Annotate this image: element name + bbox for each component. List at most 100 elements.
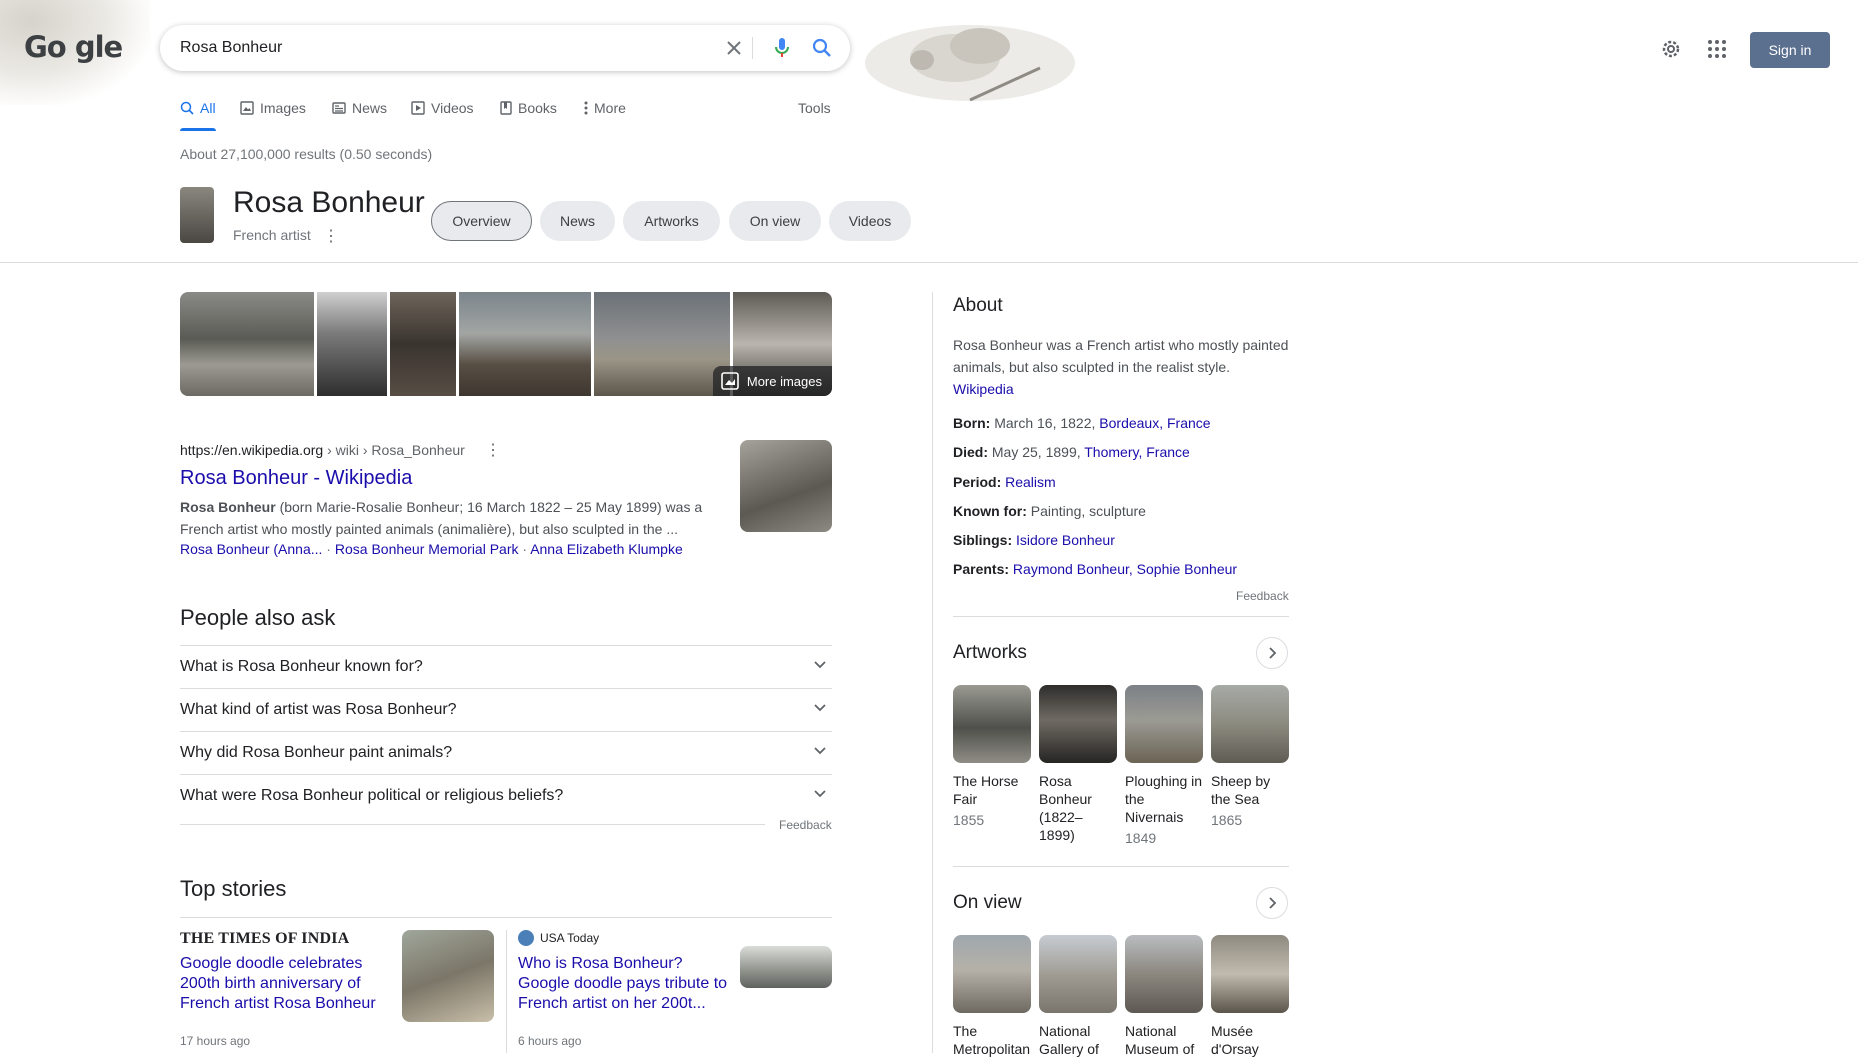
fact-link[interactable]: Raymond Bonheur, Sophie Bonheur: [1013, 561, 1237, 577]
about-heading: About: [953, 295, 1003, 316]
tab-videos[interactable]: Videos: [411, 100, 474, 116]
search-icon[interactable]: [810, 36, 834, 60]
museum-image: [1211, 935, 1289, 1013]
tab-label: More: [594, 100, 626, 116]
more-images-button[interactable]: More images: [712, 366, 832, 396]
result-title[interactable]: Rosa Bonheur - Wikipedia: [180, 467, 412, 490]
google-doodle-logo[interactable]: Go gle: [24, 30, 123, 64]
museum-card[interactable]: National Museum of: [1125, 935, 1203, 1058]
search-input[interactable]: Rosa Bonheur: [180, 39, 282, 57]
museum-image: [1039, 935, 1117, 1013]
artwork-card[interactable]: Sheep by the Sea 1865: [1211, 685, 1289, 828]
result-url[interactable]: https://en.wikipedia.org › wiki › Rosa_B…: [180, 442, 465, 458]
wikipedia-link[interactable]: Wikipedia: [953, 381, 1014, 397]
book-icon: [500, 101, 512, 115]
kp-feedback-link[interactable]: Feedback: [1236, 589, 1289, 603]
paa-question-text: What is Rosa Bonheur known for?: [180, 658, 423, 675]
result-thumbnail[interactable]: [740, 440, 832, 532]
fact-link[interactable]: Bordeaux, France: [1099, 415, 1210, 431]
snippet-bold: Rosa Bonheur: [180, 499, 276, 515]
paa-question[interactable]: Why did Rosa Bonheur paint animals?: [180, 731, 832, 774]
paa-question-text: What kind of artist was Rosa Bonheur?: [180, 701, 457, 718]
result-sitelinks: Rosa Bonheur (Anna... · Rosa Bonheur Mem…: [180, 541, 683, 557]
paa-question[interactable]: What kind of artist was Rosa Bonheur?: [180, 688, 832, 731]
clear-icon[interactable]: [722, 36, 746, 60]
story-headline[interactable]: Who is Rosa Bonheur? Google doodle pays …: [518, 954, 728, 1014]
fact-label: Siblings:: [953, 532, 1013, 548]
artwork-card[interactable]: The Horse Fair 1855: [953, 685, 1031, 828]
chip-on-view[interactable]: On view: [729, 201, 821, 241]
image-strip[interactable]: More images: [180, 292, 832, 396]
chip-overview[interactable]: Overview: [431, 201, 532, 241]
sitelink[interactable]: Rosa Bonheur Memorial Park: [335, 541, 519, 557]
artwork-card[interactable]: Rosa Bonheur (1822–1899): [1039, 685, 1117, 848]
fact-link[interactable]: Isidore Bonheur: [1016, 532, 1115, 548]
chip-artworks[interactable]: Artworks: [623, 201, 720, 241]
image-tile[interactable]: [594, 292, 730, 396]
paa-feedback-link[interactable]: Feedback: [779, 818, 832, 832]
story-card[interactable]: USA Today Who is Rosa Bonheur? Google do…: [518, 918, 832, 1053]
image-tile[interactable]: [390, 292, 456, 396]
museum-card[interactable]: National Gallery of: [1039, 935, 1117, 1058]
tab-books[interactable]: Books: [500, 100, 557, 116]
artworks-heading: Artworks: [953, 642, 1027, 663]
fact-label: Parents:: [953, 561, 1010, 577]
tools-button[interactable]: Tools: [798, 100, 831, 116]
tab-all[interactable]: All: [180, 100, 216, 116]
about-text: Rosa Bonheur was a French artist who mos…: [953, 337, 1289, 375]
result-snippet: Rosa Bonheur (born Marie-Rosalie Bonheur…: [180, 496, 720, 540]
entity-thumbnail[interactable]: [180, 187, 214, 243]
sitelink[interactable]: Rosa Bonheur (Anna...: [180, 541, 322, 557]
paa-question-text: What were Rosa Bonheur political or reli…: [180, 787, 564, 804]
paa-question[interactable]: What is Rosa Bonheur known for?: [180, 645, 832, 688]
chip-videos[interactable]: Videos: [829, 201, 911, 241]
image-tile[interactable]: [180, 292, 314, 396]
sitelink[interactable]: Anna Elizabeth Klumpke: [530, 541, 683, 557]
apps-grid-icon[interactable]: [1704, 36, 1730, 62]
fact-link[interactable]: Thomery, France: [1084, 444, 1190, 460]
chevron-down-icon: [814, 661, 826, 669]
tab-images[interactable]: Images: [240, 100, 306, 116]
image-tile[interactable]: [317, 292, 387, 396]
museum-image: [1125, 935, 1203, 1013]
museum-card[interactable]: Musée d'Orsay: [1211, 935, 1289, 1058]
paa-divider: [180, 824, 765, 825]
news-icon: [332, 102, 346, 114]
search-box[interactable]: Rosa Bonheur: [160, 25, 850, 71]
paa-question[interactable]: What were Rosa Bonheur political or reli…: [180, 774, 832, 817]
search-icon: [180, 101, 194, 115]
fact-siblings: Siblings: Isidore Bonheur: [953, 532, 1115, 548]
tab-label: Images: [260, 100, 306, 116]
artwork-name: Ploughing in the Nivernais: [1125, 773, 1203, 825]
entity-menu-icon[interactable]: ⋮: [323, 226, 339, 246]
fact-parents: Parents: Raymond Bonheur, Sophie Bonheur: [953, 561, 1237, 577]
active-tab-indicator: [180, 128, 216, 131]
story-thumbnail[interactable]: [740, 946, 832, 988]
chevron-down-icon: [814, 747, 826, 755]
tab-label: News: [352, 100, 388, 116]
artwork-card[interactable]: Ploughing in the Nivernais 1849: [1125, 685, 1203, 846]
settings-gear-icon[interactable]: [1658, 36, 1684, 62]
artwork-image: [1211, 685, 1289, 763]
chip-news[interactable]: News: [540, 201, 615, 241]
museum-card[interactable]: The Metropolitan: [953, 935, 1031, 1058]
result-host: https://en.wikipedia.org: [180, 442, 324, 458]
tab-more[interactable]: More: [584, 100, 626, 116]
artwork-image: [1039, 685, 1117, 763]
microphone-icon[interactable]: [770, 36, 794, 60]
image-tile[interactable]: [459, 292, 591, 396]
artworks-next-button[interactable]: [1256, 637, 1288, 669]
story-thumbnail[interactable]: [402, 930, 494, 1022]
sign-in-button[interactable]: Sign in: [1750, 32, 1830, 68]
tab-news[interactable]: News: [332, 100, 387, 116]
result-menu-icon[interactable]: ⋮: [485, 440, 501, 460]
story-card[interactable]: THE TIMES OF INDIA Google doodle celebra…: [180, 918, 500, 1053]
story-headline[interactable]: Google doodle celebrates 200th birth ann…: [180, 954, 380, 1014]
fact-link[interactable]: Realism: [1005, 474, 1056, 490]
on-view-next-button[interactable]: [1256, 887, 1288, 919]
fact-value: March 16, 1822,: [990, 415, 1100, 431]
chevron-down-icon: [814, 704, 826, 712]
result-breadcrumb: › wiki › Rosa_Bonheur: [323, 442, 465, 458]
story-time: 17 hours ago: [180, 1034, 251, 1048]
chevron-down-icon: [814, 790, 826, 798]
